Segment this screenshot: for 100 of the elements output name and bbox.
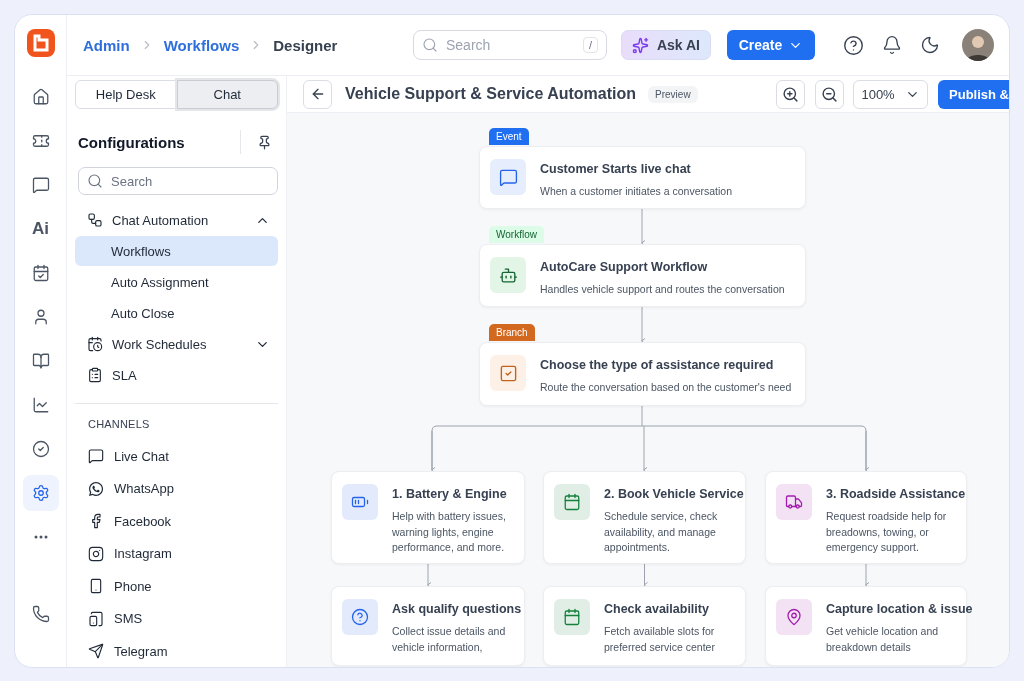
channel-item[interactable]: Live Chat (75, 440, 278, 473)
ai-button[interactable]: Ai (22, 211, 59, 247)
check-circle-icon (31, 440, 50, 458)
channel-item[interactable]: Instagram (75, 537, 278, 570)
send-icon (88, 643, 104, 660)
clipboard-icon (87, 367, 103, 383)
flow-node[interactable]: Check availability Fetch available slots for preferred service center (543, 586, 746, 666)
rail-button[interactable] (22, 475, 59, 511)
node-description: Get vehicle location and breakdown details (826, 624, 940, 655)
question-icon (351, 608, 369, 626)
channel-item[interactable]: Telegram (75, 635, 278, 667)
connector-arrow (643, 563, 648, 588)
node-title: AutoCare Support Workflow (540, 260, 709, 274)
node-description: When a customer initiates a conversation (540, 184, 732, 199)
branch-node[interactable]: 3. Roadside Assistance Request roadside help for breadowns, towing, or emergency support. (765, 471, 967, 564)
node-tag: Event (489, 128, 529, 145)
search-field[interactable]: Search / (413, 30, 607, 60)
shortcut-key: / (582, 37, 598, 53)
flow-node[interactable]: Choose the type of assistance required Route the conversation based on the customer's need (479, 342, 806, 406)
flow-node[interactable]: Customer Starts live chat When a customer initiates a conversation (479, 146, 806, 209)
whatsapp-icon (88, 480, 104, 497)
calendar-icon (563, 608, 581, 626)
connector-arrow (641, 306, 646, 344)
connector-arrow (865, 563, 870, 588)
more-icon (33, 535, 48, 539)
breadcrumb-link[interactable]: Workflows (163, 36, 240, 54)
ask-ai-button[interactable]: Ask AI (621, 30, 711, 60)
node-title: Capture location & issue (826, 602, 973, 616)
node-tag: Workflow (489, 226, 544, 243)
tree-item[interactable]: Chat Automation (75, 205, 278, 235)
chat-icon (498, 167, 518, 187)
calendar-icon (563, 493, 581, 511)
tree-item[interactable]: Work Schedules (75, 329, 278, 359)
sms-icon (88, 610, 104, 627)
zoom-select[interactable]: 100% (853, 79, 929, 109)
create-button[interactable]: Create (727, 30, 815, 60)
section-heading: CHANNELS (87, 418, 151, 430)
search-field[interactable]: Search (78, 167, 278, 195)
chart-icon (31, 396, 50, 414)
branch-node[interactable]: 2. Book Vehicle Service Schedule service, check availability, and manage appointments. (543, 471, 746, 564)
chat-icon (31, 176, 50, 194)
panel-title: Configurations (78, 133, 186, 151)
connector-arrow (641, 208, 646, 246)
flow-node[interactable]: AutoCare Support Workflow Handles vehicle support and routes the conversation (479, 244, 806, 307)
sparkle-icon (632, 36, 649, 54)
node-title: 3. Roadside Assistance (826, 487, 966, 501)
phone-icon (88, 578, 104, 595)
node-description: Route the conversation based on the customer's need (540, 380, 792, 395)
search-icon (87, 173, 103, 189)
tab[interactable]: Help Desk (75, 80, 177, 109)
publish-button[interactable]: Publish & (938, 79, 1009, 109)
book-icon (31, 352, 50, 370)
preview-badge: Preview (648, 85, 698, 103)
node-description: Handles vehicle support and routes the conversation (540, 282, 785, 297)
node-title: Choose the type of assistance required (540, 358, 775, 372)
node-title: Customer Starts live chat (540, 162, 692, 176)
ticket-icon (31, 132, 50, 150)
instagram-icon (88, 545, 104, 562)
tree-item[interactable]: SLA (75, 360, 278, 390)
avatar[interactable] (962, 29, 994, 61)
tab[interactable]: Chat (176, 80, 278, 109)
tree-item[interactable]: Auto Close (75, 298, 278, 328)
channel-item[interactable]: Phone (75, 570, 278, 603)
node-title: 1. Battery & Engine (392, 487, 508, 501)
workflow-title: Vehicle Support & Service Automation (345, 85, 637, 103)
phone-icon (31, 604, 50, 623)
branch-node[interactable]: 1. Battery & Engine Help with battery issues, warning lights, engine performance, and more. (331, 471, 525, 564)
node-description: Fetch available slots for preferred service center (604, 624, 716, 655)
node-description: Schedule service, check availability, and manage appointments. (604, 509, 719, 555)
channel-item[interactable]: SMS (75, 602, 278, 635)
back-button[interactable] (303, 79, 332, 109)
settings-icon (31, 484, 50, 502)
truck-icon (785, 493, 803, 511)
calendar-clock-icon (87, 336, 103, 352)
home-icon (31, 88, 50, 106)
calendar-check-icon (31, 264, 50, 282)
robot-icon (498, 265, 518, 285)
chat-icon (88, 448, 104, 465)
flow-node[interactable]: Ask qualify questions Collect issue details and vehicle information, (331, 586, 525, 666)
search-icon (422, 37, 438, 53)
tree-item[interactable]: Workflows (75, 236, 278, 266)
zoom-in-icon (782, 85, 800, 103)
tree-item[interactable]: Auto Assignment (75, 267, 278, 297)
zoom-out-icon (821, 85, 839, 103)
node-description: Collect issue details and vehicle information, (392, 624, 507, 655)
channel-item[interactable]: WhatsApp (75, 472, 278, 505)
zoom-out-button[interactable] (815, 79, 845, 109)
node-description: Help with battery issues, warning lights, engine performance, and more. (392, 509, 507, 555)
map-pin-icon (785, 608, 803, 626)
node-title: 2. Book Vehicle Service (604, 487, 744, 501)
connector-arrow (427, 563, 432, 588)
checkbox-icon (498, 363, 518, 383)
node-title: Ask qualify questions (392, 602, 522, 616)
node-tag: Branch (489, 324, 535, 341)
channel-item[interactable]: Facebook (75, 505, 278, 538)
logo[interactable] (26, 29, 55, 57)
zoom-in-button[interactable] (776, 79, 806, 109)
workflow-icon (87, 212, 103, 228)
breadcrumb-link[interactable]: Admin (83, 36, 130, 54)
node-title: Check availability (604, 602, 710, 616)
